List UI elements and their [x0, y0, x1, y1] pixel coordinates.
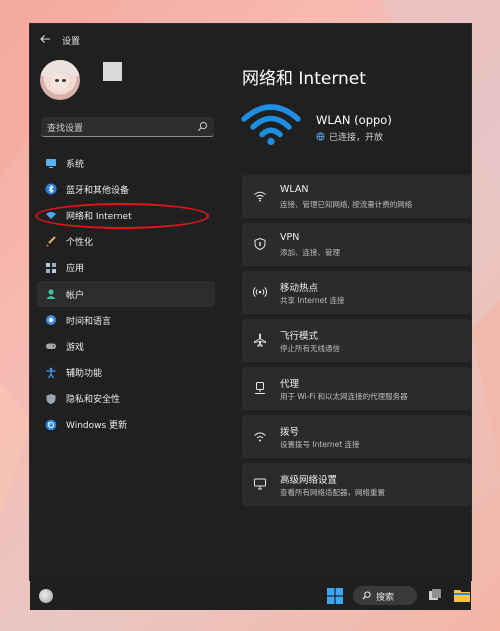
weather-widget-icon[interactable]: [39, 589, 53, 603]
sidebar-item-time-language[interactable]: 时间和语言: [37, 307, 215, 333]
search-icon: [362, 591, 371, 600]
sidebar-nav: 系统 蓝牙和其他设备 网络和 Internet 个性化 应用 帐户 时间和语言: [37, 150, 215, 438]
search-icon: [198, 122, 207, 131]
card-wlan[interactable]: WLAN 连接、管理已知网络, 按流量计费的网络: [242, 175, 471, 218]
sidebar-item-label: 隐私和安全性: [66, 395, 121, 406]
sidebar-item-system[interactable]: 系统: [37, 150, 215, 176]
sidebar-item-label: 时间和语言: [66, 316, 112, 327]
card-subtitle: 设置拨号 Internet 连接: [280, 440, 360, 449]
sidebar-item-label: 个性化: [66, 238, 94, 249]
sidebar-item-network[interactable]: 网络和 Internet: [37, 202, 215, 228]
sidebar-item-label: 辅助功能: [66, 369, 103, 380]
taskbar-search-button[interactable]: 搜索: [353, 586, 417, 605]
sidebar-item-accessibility[interactable]: 辅助功能: [37, 360, 215, 386]
sidebar-item-label: 网络和 Internet: [66, 211, 132, 222]
person-icon: [46, 289, 56, 300]
network-name: WLAN (oppo): [316, 113, 392, 127]
network-status: 已连接，开放: [316, 130, 383, 143]
card-dial-up[interactable]: 拨号 设置拨号 Internet 连接: [242, 415, 471, 458]
sidebar-item-label: 游戏: [66, 342, 85, 353]
search-placeholder: 查找设置: [47, 124, 84, 134]
network-status-text: 已连接，开放: [329, 133, 384, 143]
gamepad-icon: [46, 343, 56, 350]
proxy-icon: [255, 382, 265, 394]
update-icon: [45, 419, 57, 431]
page-title: 网络和 Internet: [242, 69, 366, 89]
search-settings-input[interactable]: 查找设置: [41, 117, 214, 137]
sidebar-item-windows-update[interactable]: Windows 更新: [37, 412, 215, 438]
airplane-icon: [254, 333, 266, 347]
sidebar-item-privacy[interactable]: 隐私和安全性: [37, 386, 215, 412]
shield-icon: [46, 393, 56, 404]
card-mobile-hotspot[interactable]: 移动热点 共享 Internet 连接: [242, 271, 471, 314]
globe-clock-icon: [46, 315, 56, 326]
taskbar: 搜索: [30, 580, 471, 610]
card-subtitle: 添加、连接、管理: [280, 248, 340, 257]
card-subtitle: 共享 Internet 连接: [280, 296, 345, 305]
sidebar-item-label: 应用: [66, 264, 85, 275]
card-airplane-mode[interactable]: 飞行模式 停止所有无线通信: [242, 319, 471, 362]
card-title: 高级网络设置: [280, 475, 338, 486]
card-proxy[interactable]: 代理 用于 Wi-Fi 和以太网连接的代理服务器: [242, 367, 471, 410]
user-name-placeholder: [103, 62, 122, 81]
card-title: 移动热点: [280, 283, 319, 294]
sidebar-item-bluetooth[interactable]: 蓝牙和其他设备: [37, 176, 215, 202]
card-title: VPN: [280, 232, 300, 243]
globe-icon: [316, 132, 325, 141]
sidebar-item-accounts[interactable]: 帐户: [37, 280, 215, 308]
settings-window: 设置 查找设置 系统 蓝牙和其他设备 网络和 Internet 个性化 应用 帐…: [30, 24, 471, 580]
sidebar-item-label: Windows 更新: [66, 421, 128, 432]
card-title: 代理: [280, 379, 300, 390]
card-title: 飞行模式: [280, 331, 319, 342]
brush-icon: [46, 235, 56, 247]
sidebar-item-label: 帐户: [66, 290, 85, 301]
dialup-icon: [254, 432, 266, 442]
file-explorer-icon[interactable]: [454, 588, 470, 602]
monitor-icon: [46, 159, 56, 169]
wifi-diamond-icon: [46, 212, 56, 220]
bluetooth-icon: [45, 183, 57, 195]
vpn-shield-icon: [254, 237, 266, 251]
card-advanced-network-settings[interactable]: 高级网络设置 查看所有网络适配器，网络重置: [242, 463, 471, 506]
card-subtitle: 停止所有无线通信: [280, 344, 340, 353]
wifi-icon: [254, 191, 266, 202]
hotspot-icon: [253, 287, 267, 297]
sidebar-item-personalization[interactable]: 个性化: [37, 229, 215, 255]
card-title: WLAN: [280, 184, 309, 195]
wifi-large-icon: [241, 104, 301, 146]
sidebar-item-gaming[interactable]: 游戏: [37, 333, 215, 359]
card-subtitle: 查看所有网络适配器，网络重置: [280, 488, 385, 497]
settings-card-list: WLAN 连接、管理已知网络, 按流量计费的网络 VPN 添加、连接、管理 移动…: [242, 175, 471, 511]
card-subtitle: 连接、管理已知网络, 按流量计费的网络: [280, 200, 413, 209]
window-title: 设置: [62, 37, 81, 47]
task-view-icon[interactable]: [428, 588, 442, 602]
card-vpn[interactable]: VPN 添加、连接、管理: [242, 223, 471, 266]
back-arrow-icon[interactable]: [39, 33, 51, 45]
sidebar-item-label: 系统: [66, 159, 85, 170]
apps-icon: [46, 262, 56, 273]
user-avatar[interactable]: [40, 60, 80, 100]
windows-start-icon[interactable]: [327, 588, 343, 604]
card-title: 拨号: [280, 427, 300, 438]
taskbar-search-label: 搜索: [376, 593, 395, 603]
card-subtitle: 用于 Wi-Fi 和以太网连接的代理服务器: [280, 392, 408, 401]
sidebar-item-apps[interactable]: 应用: [37, 255, 215, 281]
title-bar: 设置: [30, 24, 471, 56]
accessibility-icon: [46, 367, 56, 378]
advanced-network-icon: [254, 478, 266, 490]
sidebar-item-label: 蓝牙和其他设备: [66, 185, 130, 196]
